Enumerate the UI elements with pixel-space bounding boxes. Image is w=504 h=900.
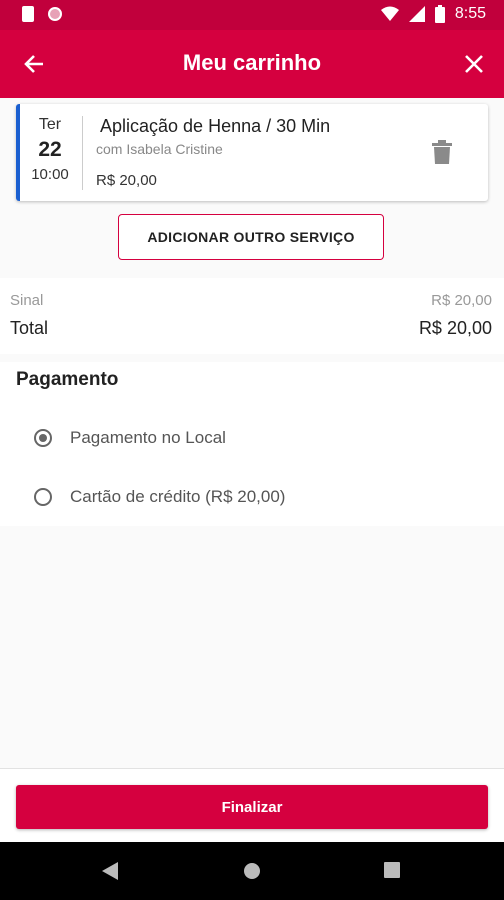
payment-option-credit-card[interactable]: Cartão de crédito (R$ 20,00) (34, 487, 285, 507)
sim-card-icon (22, 6, 34, 22)
professional-name: com Isabela Cristine (96, 141, 223, 157)
total-row: Total R$ 20,00 (10, 318, 492, 339)
service-price: R$ 20,00 (96, 172, 157, 189)
total-label: Total (10, 318, 49, 338)
total-value: R$ 20,00 (418, 318, 492, 338)
appointment-time: 10:00 (31, 166, 69, 183)
notification-icon (48, 7, 62, 21)
deposit-row: Sinal R$ 20,00 (10, 292, 492, 309)
order-summary: Sinal R$ 20,00 Total R$ 20,00 (0, 278, 504, 354)
nav-recents-icon[interactable] (384, 862, 400, 883)
appointment-weekday: Ter (38, 116, 62, 133)
payment-option-local[interactable]: Pagamento no Local (34, 428, 226, 448)
appointment-day: 22 (38, 138, 62, 161)
delete-icon[interactable] (432, 140, 452, 169)
battery-icon (434, 5, 445, 23)
status-time: 8:55 (454, 5, 486, 22)
nav-back-icon[interactable] (102, 862, 118, 885)
service-name: Aplicação de Henna / 30 Min (100, 116, 331, 136)
date-divider (82, 116, 83, 190)
page-title: Meu carrinho (182, 50, 322, 75)
radio-unselected-icon[interactable] (34, 488, 52, 506)
app-bar: Meu carrinho (0, 30, 504, 98)
payment-title: Pagamento (16, 369, 119, 390)
signal-icon (408, 6, 425, 22)
add-service-button[interactable]: ADICIONAR OUTRO SERVIÇO (118, 214, 384, 260)
appointment-date: Ter 22 10:00 (24, 116, 76, 183)
card-accent-stripe (16, 104, 20, 201)
payment-section: Pagamento Pagamento no Local Cartão de c… (0, 362, 504, 526)
finish-button[interactable]: Finalizar (16, 785, 488, 829)
close-icon[interactable] (460, 50, 488, 78)
deposit-label: Sinal (10, 292, 44, 309)
payment-option-label: Cartão de crédito (R$ 20,00) (70, 487, 286, 506)
cart-item-card: Ter 22 10:00 Aplicação de Henna / 30 Min… (16, 104, 488, 201)
deposit-value: R$ 20,00 (431, 292, 492, 309)
radio-selected-icon[interactable] (34, 429, 52, 447)
wifi-icon (380, 6, 399, 21)
status-bar: 8:55 (0, 0, 504, 30)
android-nav-bar (0, 842, 504, 900)
footer-bar: Finalizar (0, 768, 504, 843)
payment-option-label: Pagamento no Local (70, 428, 226, 447)
nav-home-icon[interactable] (243, 862, 261, 885)
